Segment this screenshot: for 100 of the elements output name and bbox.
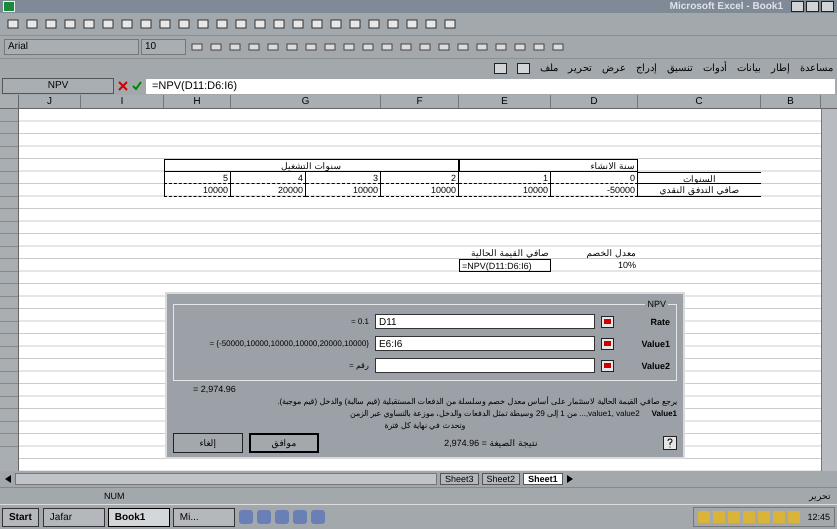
year-cell: 0 (551, 172, 638, 184)
menu-item[interactable]: إطار (771, 62, 790, 74)
argument-result: = رقم (348, 361, 369, 370)
toolbar-icon (196, 18, 210, 30)
help-icon[interactable] (663, 436, 677, 450)
formula-field[interactable]: =NPV(D11:D6:I6) (146, 78, 835, 94)
tab-scroll-icon[interactable] (566, 474, 574, 484)
font-dropdown[interactable]: Arial (4, 39, 139, 55)
column-header[interactable]: J (19, 95, 81, 108)
collapse-dialog-icon[interactable] (601, 338, 614, 350)
taskbar-button[interactable]: Book1 (108, 508, 170, 526)
argument-result: = {-50000,10000,10000,10000,20000,10000} (208, 339, 369, 348)
rate-label-cell-text: معدل الخصم (585, 246, 637, 259)
toolbar-icon (342, 41, 356, 53)
toolbar-icon (442, 18, 456, 30)
year-cell: 2 (381, 172, 459, 184)
toolbar-icon (424, 18, 438, 30)
toolbar-icon (456, 41, 470, 53)
table-header-cell: سنوات التشغيل (164, 159, 459, 172)
toolbar-icon (550, 41, 564, 53)
menu-item[interactable]: بيانات (737, 62, 761, 74)
menu-item[interactable]: عرض (602, 62, 626, 74)
argument-field[interactable] (375, 358, 595, 373)
row-label-cell: صافي التدفق النقدي (638, 184, 761, 196)
column-header[interactable]: E (459, 95, 551, 108)
toolbar-icon (328, 18, 342, 30)
function-description: يرجع صافي القيمة الحالية لاستثمار على أساس معدل خصم وسلسلة من الدفعات المستقبلية (قيم سالبة) والدخل (قيم موجبة). (276, 397, 677, 406)
column-header[interactable]: D (551, 95, 638, 108)
npv-label-cell-text: صافي القيمة الحالية (470, 246, 550, 259)
vertical-scrollbar[interactable] (821, 109, 837, 471)
toolbar-icon (44, 18, 58, 30)
toolbar-icon (246, 41, 260, 53)
argument-field[interactable]: D11 (375, 314, 595, 329)
column-header[interactable]: G (231, 95, 381, 108)
toolbar-icon (6, 18, 20, 30)
toolbar-icon (190, 41, 204, 53)
restore-button[interactable] (494, 62, 507, 74)
collapse-dialog-icon[interactable] (601, 360, 614, 372)
toolbar-icon (386, 18, 400, 30)
close-button[interactable] (821, 1, 834, 12)
horizontal-scrollbar[interactable] (15, 473, 437, 485)
name-box[interactable]: NPV (2, 78, 114, 94)
argument-label: Value2 (640, 360, 670, 370)
formula-result: نتيجة الصيغة = 2,974.96 (443, 438, 539, 448)
minimize-button[interactable] (517, 62, 530, 74)
tab-scroll-icon[interactable] (4, 474, 12, 484)
window-title: Microsoft Excel - Book1 (670, 1, 783, 12)
column-header[interactable]: C (638, 95, 761, 108)
cash-flow-cell: 10000 (306, 184, 381, 196)
ok-button[interactable]: موافق (249, 433, 319, 453)
year-cell: 3 (306, 172, 381, 184)
toolbar-icon (234, 18, 248, 30)
cancel-button[interactable]: إلغاء (173, 433, 243, 453)
toolbar-icon (322, 41, 336, 53)
sheet-tab[interactable]: Sheet1 (523, 473, 563, 485)
year-cell: 1 (459, 172, 551, 184)
toolbar-icon (272, 18, 286, 30)
group-label: NPV (645, 299, 668, 309)
column-header[interactable]: I (81, 95, 164, 108)
menu-item[interactable]: إدراج (636, 62, 657, 74)
year-cell: 5 (164, 172, 231, 184)
menu-item[interactable]: أدوات (703, 62, 727, 74)
sheet-tab[interactable]: Sheet3 (440, 473, 479, 485)
toolbar-icon (208, 41, 222, 53)
size-dropdown[interactable]: 10 (141, 39, 186, 55)
column-header[interactable]: H (164, 95, 231, 108)
toolbar-icon (512, 41, 526, 53)
taskbar-button[interactable]: Jafar (42, 508, 105, 526)
toolbar-icon (494, 41, 508, 53)
num-lock-indicator: NUM (104, 491, 124, 501)
toolbar-icon (474, 41, 488, 53)
menu-item[interactable]: مساعدة (800, 62, 833, 74)
column-header[interactable]: B (761, 95, 821, 108)
collapse-dialog-icon[interactable] (601, 316, 614, 328)
cash-flow-cell: 10000 (459, 184, 551, 196)
argument-label: Value1 (640, 338, 670, 348)
restore-button[interactable] (806, 1, 819, 12)
status-mode: تحرير (809, 491, 831, 501)
toolbar-icon (418, 41, 432, 53)
taskbar-button[interactable]: Mi... (172, 508, 235, 526)
argument-field[interactable]: E6:I6 (375, 336, 595, 351)
column-header[interactable]: F (381, 95, 459, 108)
minimize-button[interactable] (791, 1, 804, 12)
toolbar-icon (252, 18, 266, 30)
argument-label: Rate (649, 316, 670, 326)
result-text: = 2,974.96 (192, 384, 237, 394)
toolbar-icon (100, 18, 114, 30)
argument-result: = 0.1 (350, 317, 369, 326)
argument-name: Value1 (652, 409, 677, 418)
toolbar-icon (398, 41, 412, 53)
menu-item[interactable]: تحرير (568, 62, 592, 74)
excel-logo-icon (3, 1, 15, 12)
toolbar-icon (158, 18, 172, 30)
npv-formula-cell: =NPV(D11:D6:I6) (459, 259, 551, 272)
menu-item[interactable]: تنسيق (667, 62, 693, 74)
toolbar-icon (176, 18, 190, 30)
menu-item[interactable]: ملف (540, 62, 558, 74)
sheet-tab[interactable]: Sheet2 (482, 473, 520, 485)
start-button[interactable]: Start (2, 508, 39, 526)
toolbar-icon (214, 18, 228, 30)
